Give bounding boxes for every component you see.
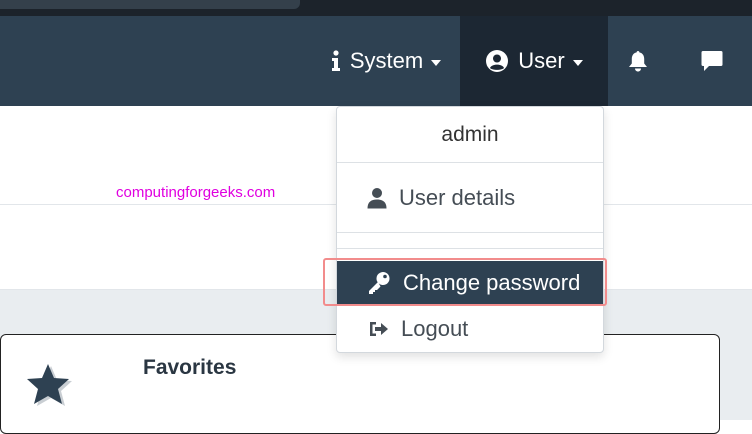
menu-divider bbox=[337, 248, 603, 249]
star-icon bbox=[24, 360, 76, 417]
notifications-button[interactable] bbox=[612, 16, 664, 106]
dropdown-username: admin bbox=[337, 107, 603, 163]
system-menu-button[interactable]: System bbox=[312, 16, 460, 106]
info-icon bbox=[331, 50, 341, 72]
favorites-title: Favorites bbox=[143, 356, 237, 379]
browser-top-strip bbox=[0, 0, 752, 16]
bell-icon bbox=[628, 50, 648, 72]
user-menu-label: User bbox=[518, 48, 565, 73]
user-menu-button[interactable]: User bbox=[460, 16, 608, 106]
chat-icon bbox=[701, 50, 723, 72]
messages-button[interactable] bbox=[686, 16, 738, 106]
menu-item-label: User details bbox=[399, 184, 516, 210]
menu-item-user-details[interactable]: User details bbox=[337, 163, 603, 233]
watermark-text: computingforgeeks.com bbox=[116, 184, 276, 201]
top-navbar: System User bbox=[0, 16, 752, 106]
user-circle-icon bbox=[485, 49, 509, 73]
chevron-down-icon bbox=[431, 59, 442, 66]
user-icon bbox=[367, 187, 387, 209]
user-dropdown-menu: admin User details Change password Logou… bbox=[336, 106, 604, 353]
browser-bar bbox=[0, 0, 300, 9]
menu-item-label: Logout bbox=[401, 316, 469, 341]
logout-icon bbox=[369, 320, 389, 338]
system-menu-label: System bbox=[349, 48, 424, 73]
highlight-annotation bbox=[323, 258, 607, 306]
chevron-down-icon bbox=[572, 59, 583, 66]
menu-item-logout[interactable]: Logout bbox=[337, 308, 603, 350]
